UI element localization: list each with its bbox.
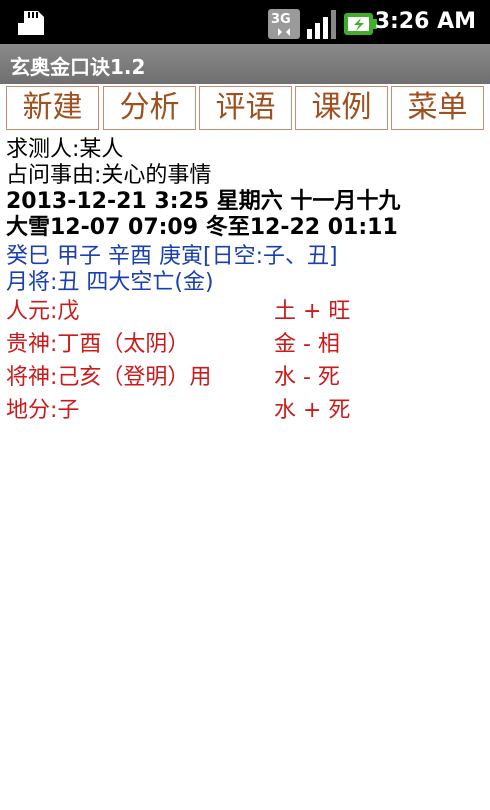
app-title: 玄奥金口诀1.2 bbox=[10, 55, 146, 79]
signal-icon bbox=[306, 9, 338, 43]
yuejiang-text: 月将:丑 四大空亡(金) bbox=[6, 270, 214, 295]
status-bar: 3G 3:26 AM bbox=[0, 0, 490, 44]
jiangshen-row: 将神:己亥（登明）用 bbox=[6, 365, 211, 391]
battery-charging-icon bbox=[344, 12, 378, 40]
inquirer-text: 求测人:某人 bbox=[6, 137, 124, 162]
new-button[interactable]: 新建 bbox=[6, 86, 99, 130]
renyuan-label: 人元:戊 bbox=[6, 299, 80, 324]
guishen-label: 贵神:丁酉（太阴） bbox=[6, 332, 190, 357]
difen-row: 地分:子 bbox=[6, 398, 79, 424]
examples-button[interactable]: 课例 bbox=[295, 86, 388, 130]
ganzhi-text: 癸巳 甲子 辛酉 庚寅[日空:子、丑] bbox=[6, 244, 338, 269]
analyze-button[interactable]: 分析 bbox=[103, 86, 196, 130]
difen-label: 地分:子 bbox=[6, 398, 80, 423]
status-time: 3:26 AM bbox=[374, 9, 476, 34]
guishen-element: 金 - 相 bbox=[274, 332, 340, 357]
comment-button[interactable]: 评语 bbox=[199, 86, 292, 130]
3g-label: 3G bbox=[271, 12, 291, 27]
matter-text: 占问事由:关心的事情 bbox=[6, 163, 212, 188]
jiangshen-label: 将神:己亥（登明）用 bbox=[6, 365, 212, 390]
menu-bar: 新建 分析 评语 课例 菜单 bbox=[0, 84, 490, 134]
difen-element: 水 + 死 bbox=[274, 398, 351, 423]
solar-terms-text: 大雪12-07 07:09 冬至12-22 01:11 bbox=[6, 215, 398, 240]
datetime-text: 2013-12-21 3:25 星期六 十一月十九 bbox=[6, 189, 401, 214]
app-title-bar: 玄奥金口诀1.2 bbox=[0, 44, 490, 85]
jiangshen-element: 水 - 死 bbox=[274, 365, 340, 390]
renyuan-element: 土 + 旺 bbox=[274, 299, 351, 324]
3g-icon: 3G bbox=[268, 9, 300, 43]
guishen-row: 贵神:丁酉（太阴） bbox=[6, 332, 189, 358]
renyuan-row: 人元:戊 bbox=[6, 299, 79, 325]
menu-button[interactable]: 菜单 bbox=[391, 86, 484, 130]
sd-card-icon bbox=[18, 9, 48, 41]
